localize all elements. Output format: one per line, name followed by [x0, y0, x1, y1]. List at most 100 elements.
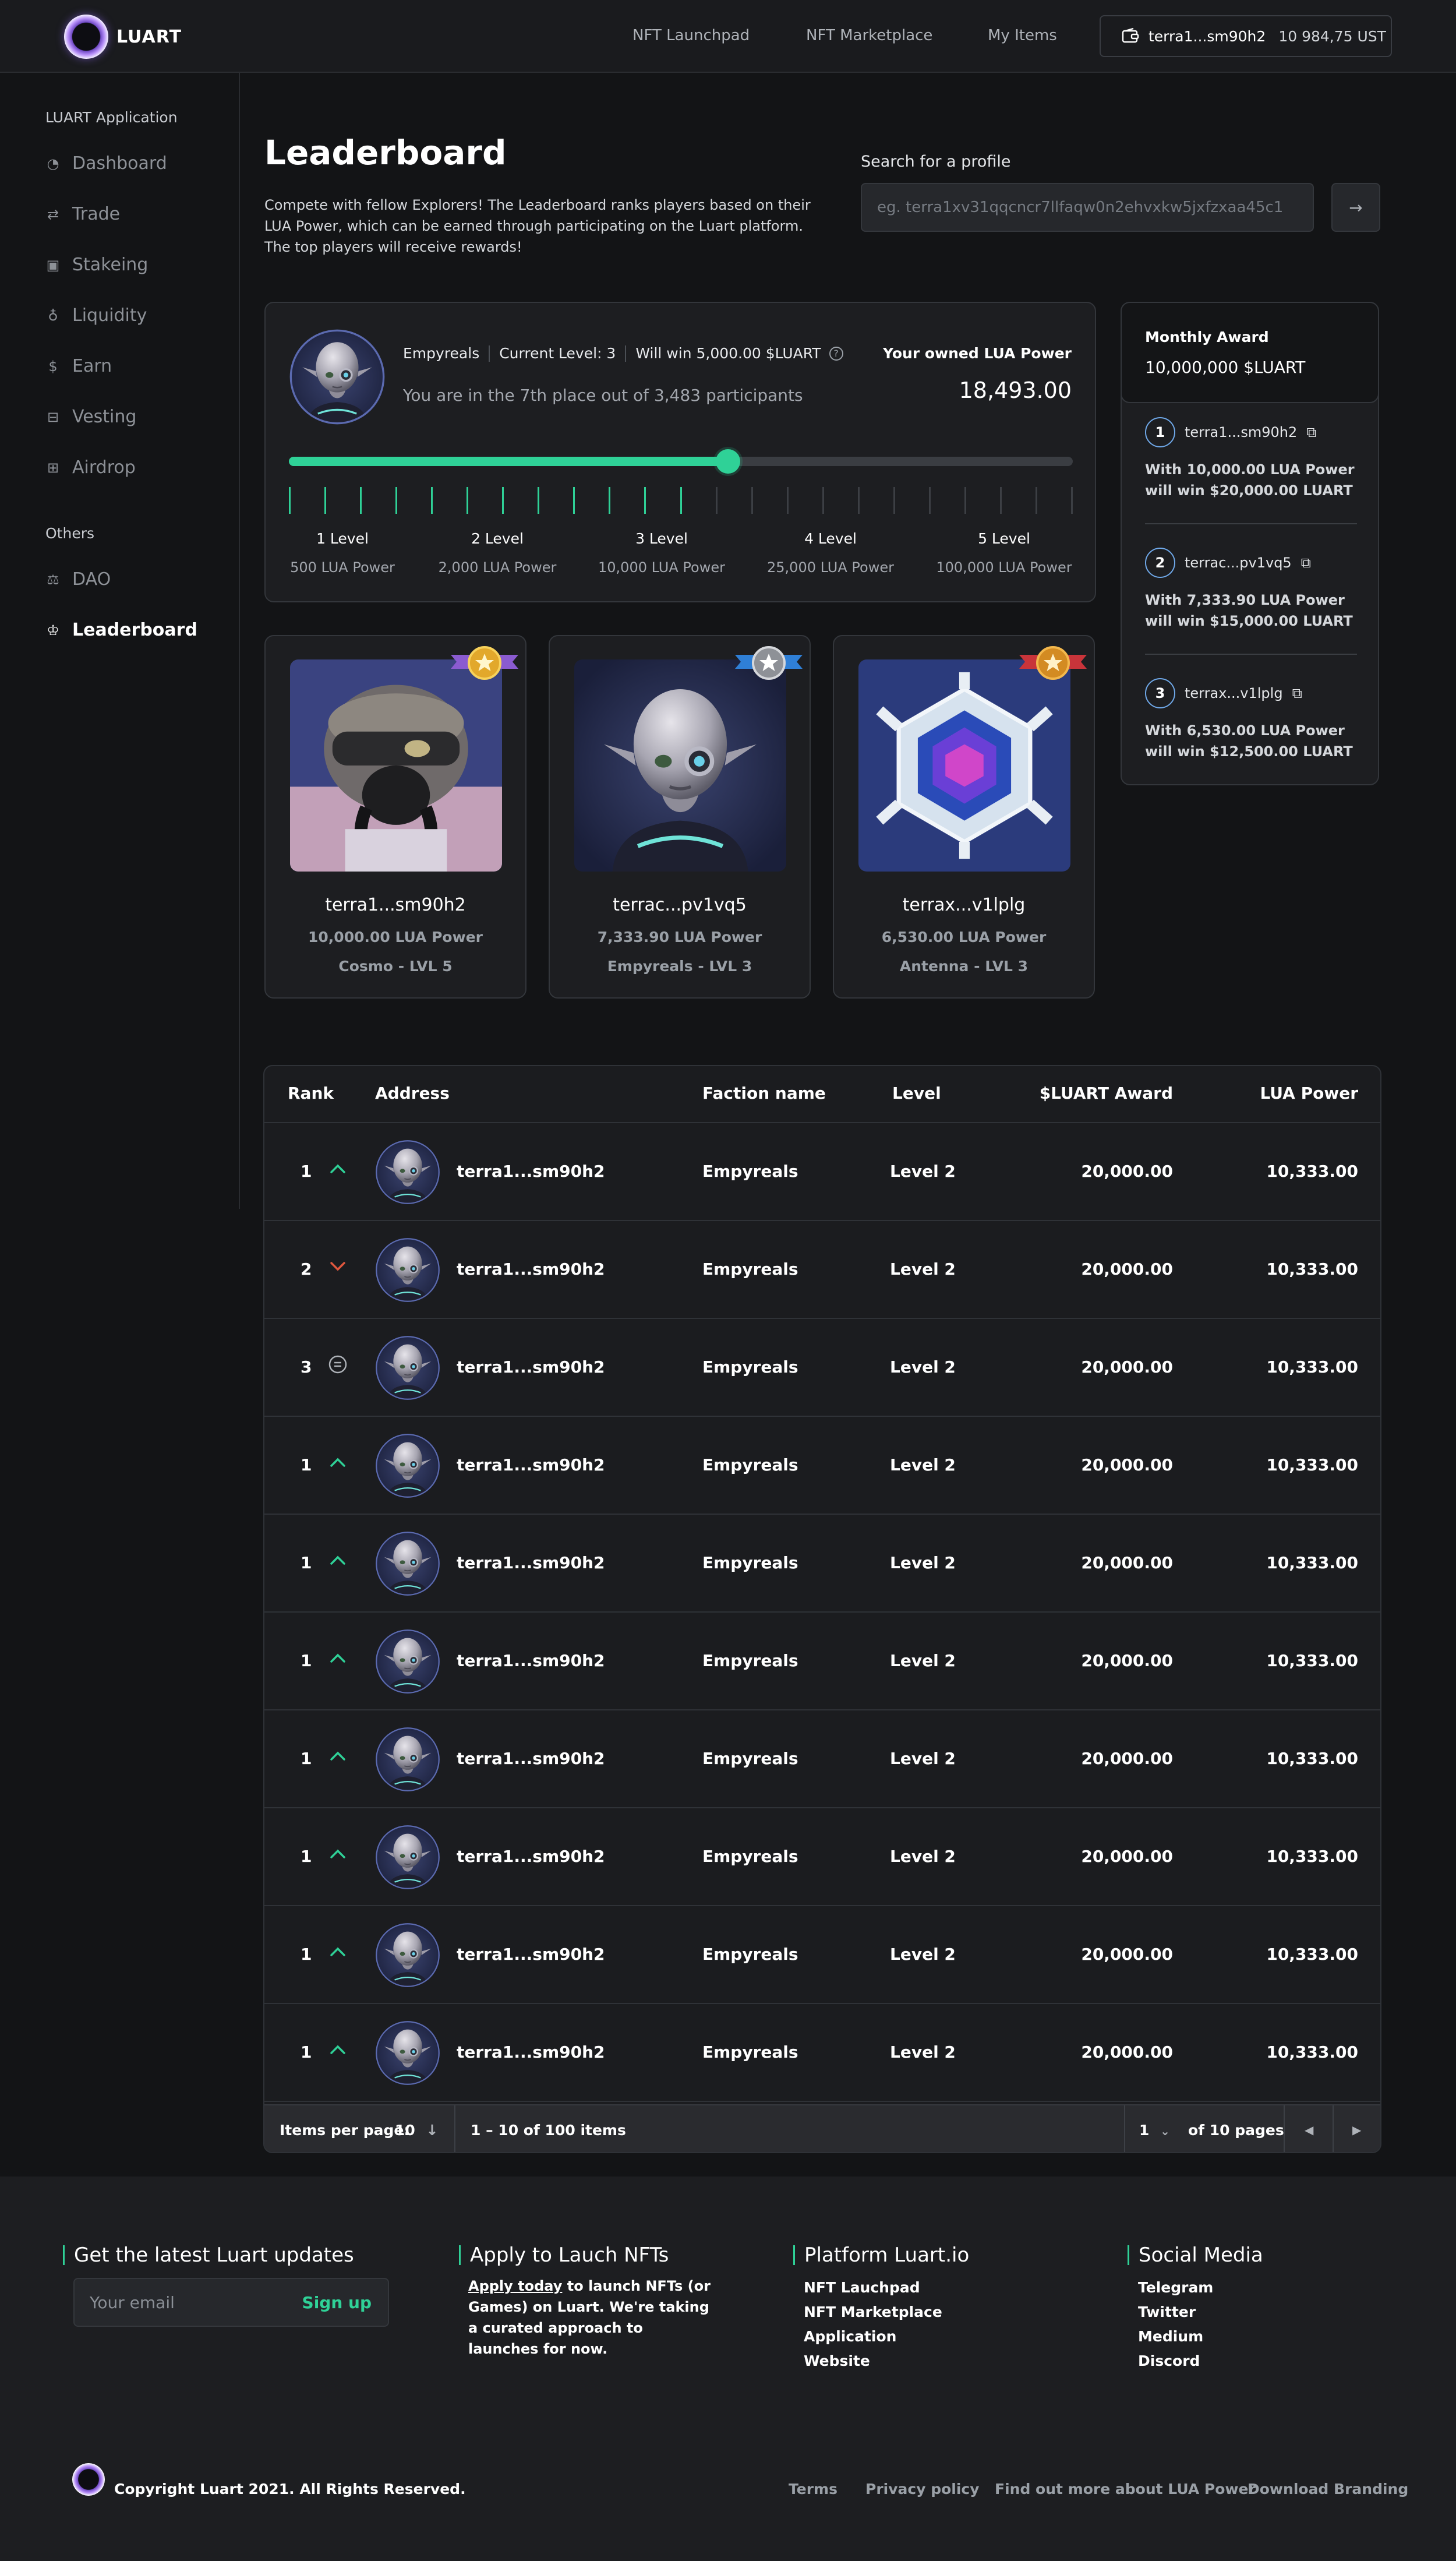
- profile-search-input[interactable]: [877, 199, 1298, 216]
- level-1-name: 1 Level: [316, 530, 369, 547]
- row-address[interactable]: terra1...sm90h2: [457, 1553, 605, 1572]
- sidebar-item-label: Airdrop: [72, 457, 136, 478]
- row-address[interactable]: terra1...sm90h2: [457, 1749, 605, 1768]
- next-page-button[interactable]: ▶: [1352, 2123, 1361, 2137]
- footer-updates-title: Get the latest Luart updates: [63, 2245, 354, 2265]
- progress-tick: [857, 487, 860, 514]
- help-icon[interactable]: ?: [829, 346, 843, 361]
- award-power: With 6,530.00 LUA Power: [1145, 722, 1345, 739]
- progress-tick: [360, 487, 362, 514]
- nav-link-nft-launchpad[interactable]: NFT Launchpad: [632, 27, 750, 44]
- row-address[interactable]: terra1...sm90h2: [457, 2043, 605, 2062]
- column-header-award[interactable]: $LUART Award: [1040, 1084, 1173, 1103]
- apply-today-link[interactable]: Apply today: [468, 2278, 562, 2294]
- sidebar-item-airdrop[interactable]: ⊞ Airdrop: [45, 457, 136, 478]
- sign-up-button[interactable]: Sign up: [302, 2293, 372, 2312]
- sidebar-item-vesting[interactable]: ⊟ Vesting: [45, 407, 137, 427]
- level-progress-knob[interactable]: [715, 449, 740, 474]
- top-player-card-3[interactable]: terrax...v1lplg 6,530.00 LUA Power Anten…: [833, 635, 1095, 999]
- external-link-icon[interactable]: ⧉: [1301, 555, 1311, 571]
- table-row[interactable]: 1 terra1...sm90h2 Empyreals Level 2 20,000.0…: [264, 1417, 1380, 1515]
- nav-link-nft-marketplace[interactable]: NFT Marketplace: [806, 27, 932, 44]
- table-row[interactable]: 1 terra1...sm90h2 Empyreals Level 2 20,000.0…: [264, 1613, 1380, 1710]
- column-header-rank[interactable]: Rank: [288, 1084, 334, 1103]
- copyright-text: Copyright Luart 2021. All Rights Reserve…: [114, 2481, 466, 2497]
- row-address[interactable]: terra1...sm90h2: [457, 1455, 605, 1474]
- sidebar-item-leaderboard[interactable]: ♔ Leaderboard: [45, 620, 197, 640]
- row-avatar: [376, 1336, 440, 1400]
- footer-link-nft-lauchpad[interactable]: NFT Lauchpad: [804, 2279, 920, 2296]
- footer-link-application[interactable]: Application: [804, 2328, 896, 2345]
- row-address[interactable]: terra1...sm90h2: [457, 1847, 605, 1866]
- progress-tick: [609, 487, 611, 514]
- row-avatar: [376, 1532, 440, 1596]
- alien-nft: [574, 659, 786, 872]
- award-power: With 7,333.90 LUA Power: [1145, 592, 1345, 608]
- award-address[interactable]: terra1...sm90h2: [1185, 424, 1297, 440]
- sidebar-item-dashboard[interactable]: ◔ Dashboard: [45, 153, 167, 174]
- sidebar-item-dao[interactable]: ⚖ DAO: [45, 569, 111, 590]
- column-header-faction[interactable]: Faction name: [702, 1084, 826, 1103]
- row-rank: 1: [301, 2043, 312, 2062]
- column-header-level[interactable]: Level: [892, 1084, 941, 1103]
- table-row[interactable]: 1 terra1...sm90h2 Empyreals Level 2 20,000.0…: [264, 1808, 1380, 1906]
- table-row[interactable]: 1 terra1...sm90h2 Empyreals Level 2 20,000.0…: [264, 1710, 1380, 1808]
- row-address[interactable]: terra1...sm90h2: [457, 1357, 605, 1377]
- table-row[interactable]: 2 terra1...sm90h2 Empyreals Level 2 20,000.0…: [264, 1221, 1380, 1319]
- items-per-page-select[interactable]: 10 ↓: [395, 2122, 438, 2139]
- sidebar-item-label: Trade: [72, 204, 121, 224]
- table-row[interactable]: 1 terra1...sm90h2 Empyreals Level 2 20,000.0…: [264, 1515, 1380, 1613]
- footer-link-privacy[interactable]: Privacy policy: [865, 2481, 980, 2497]
- page-select[interactable]: 1 ⌄: [1139, 2122, 1170, 2139]
- level-progress-ticks: [289, 487, 1073, 514]
- site-footer: Get the latest Luart updates Sign up App…: [0, 2177, 1456, 2561]
- row-level: Level 2: [890, 1847, 956, 1866]
- top-player-card-2[interactable]: terrac...pv1vq5 7,333.90 LUA Power Empyr…: [549, 635, 811, 999]
- email-input[interactable]: [90, 2293, 288, 2312]
- table-row[interactable]: 3 terra1...sm90h2 Empyreals Level 2 20,000.0…: [264, 1319, 1380, 1417]
- sidebar-item-earn[interactable]: $ Earn: [45, 356, 112, 376]
- footer-link-nft-marketplace[interactable]: NFT Marketplace: [804, 2304, 942, 2320]
- external-link-icon[interactable]: ⧉: [1292, 685, 1302, 701]
- row-address[interactable]: terra1...sm90h2: [457, 1260, 605, 1279]
- swap-icon: ⇄: [47, 206, 59, 223]
- footer-link-branding[interactable]: Download Branding: [1248, 2481, 1408, 2497]
- column-header-address[interactable]: Address: [375, 1084, 450, 1103]
- footer-link-medium[interactable]: Medium: [1138, 2328, 1203, 2345]
- nav-link-my-items[interactable]: My Items: [988, 27, 1057, 44]
- row-award: 20,000.00: [1081, 1847, 1173, 1866]
- sidebar-item-trade[interactable]: ⇄ Trade: [45, 204, 120, 224]
- table-row[interactable]: 1 terra1...sm90h2 Empyreals Level 2 20,000.0…: [264, 1123, 1380, 1221]
- trend-up-icon: [327, 1843, 348, 1864]
- page-value: 1: [1139, 2122, 1150, 2139]
- table-row[interactable]: 1 terra1...sm90h2 Empyreals Level 2 20,000.0…: [264, 2004, 1380, 2102]
- footer-link-discord[interactable]: Discord: [1138, 2352, 1200, 2369]
- sidebar-item-liquidity[interactable]: ♁ Liquidity: [45, 305, 147, 326]
- award-address[interactable]: terrac...pv1vq5: [1185, 555, 1292, 571]
- top-player-card-1[interactable]: terra1...sm90h2 10,000.00 LUA Power Cosm…: [264, 635, 526, 999]
- footer-link-lua-power[interactable]: Find out more about LUA Power: [995, 2481, 1256, 2497]
- footer-link-twitter[interactable]: Twitter: [1138, 2304, 1196, 2320]
- chevron-down-icon: ⌄: [1160, 2124, 1170, 2138]
- row-address[interactable]: terra1...sm90h2: [457, 1651, 605, 1670]
- search-submit-button[interactable]: →: [1331, 183, 1380, 232]
- column-header-power[interactable]: LUA Power: [1260, 1084, 1358, 1103]
- award-address[interactable]: terrax...v1lplg: [1185, 685, 1283, 701]
- prev-page-button[interactable]: ◀: [1305, 2123, 1313, 2137]
- row-faction: Empyreals: [702, 1553, 798, 1572]
- footer-link-telegram[interactable]: Telegram: [1138, 2279, 1213, 2296]
- footer-link-website[interactable]: Website: [804, 2352, 870, 2369]
- wallet-button[interactable]: terra1...sm90h2 10 984,75 UST: [1100, 15, 1392, 57]
- sidebar-item-stakeing[interactable]: ▣ Stakeing: [45, 255, 149, 275]
- luart-logo[interactable]: LUART: [64, 15, 182, 59]
- row-faction: Empyreals: [702, 1455, 798, 1474]
- sidebar-item-label: Earn: [72, 356, 112, 376]
- footer-link-terms[interactable]: Terms: [789, 2481, 837, 2497]
- leaderboard-table: Rank Address Faction name Level $LUART A…: [263, 1065, 1381, 2153]
- table-row[interactable]: 1 terra1...sm90h2 Empyreals Level 2 20,000.0…: [264, 1906, 1380, 2004]
- row-address[interactable]: terra1...sm90h2: [457, 1162, 605, 1181]
- trend-down-icon: [327, 1256, 348, 1277]
- external-link-icon[interactable]: ⧉: [1306, 424, 1316, 440]
- row-address[interactable]: terra1...sm90h2: [457, 1945, 605, 1964]
- progress-tick: [289, 487, 291, 514]
